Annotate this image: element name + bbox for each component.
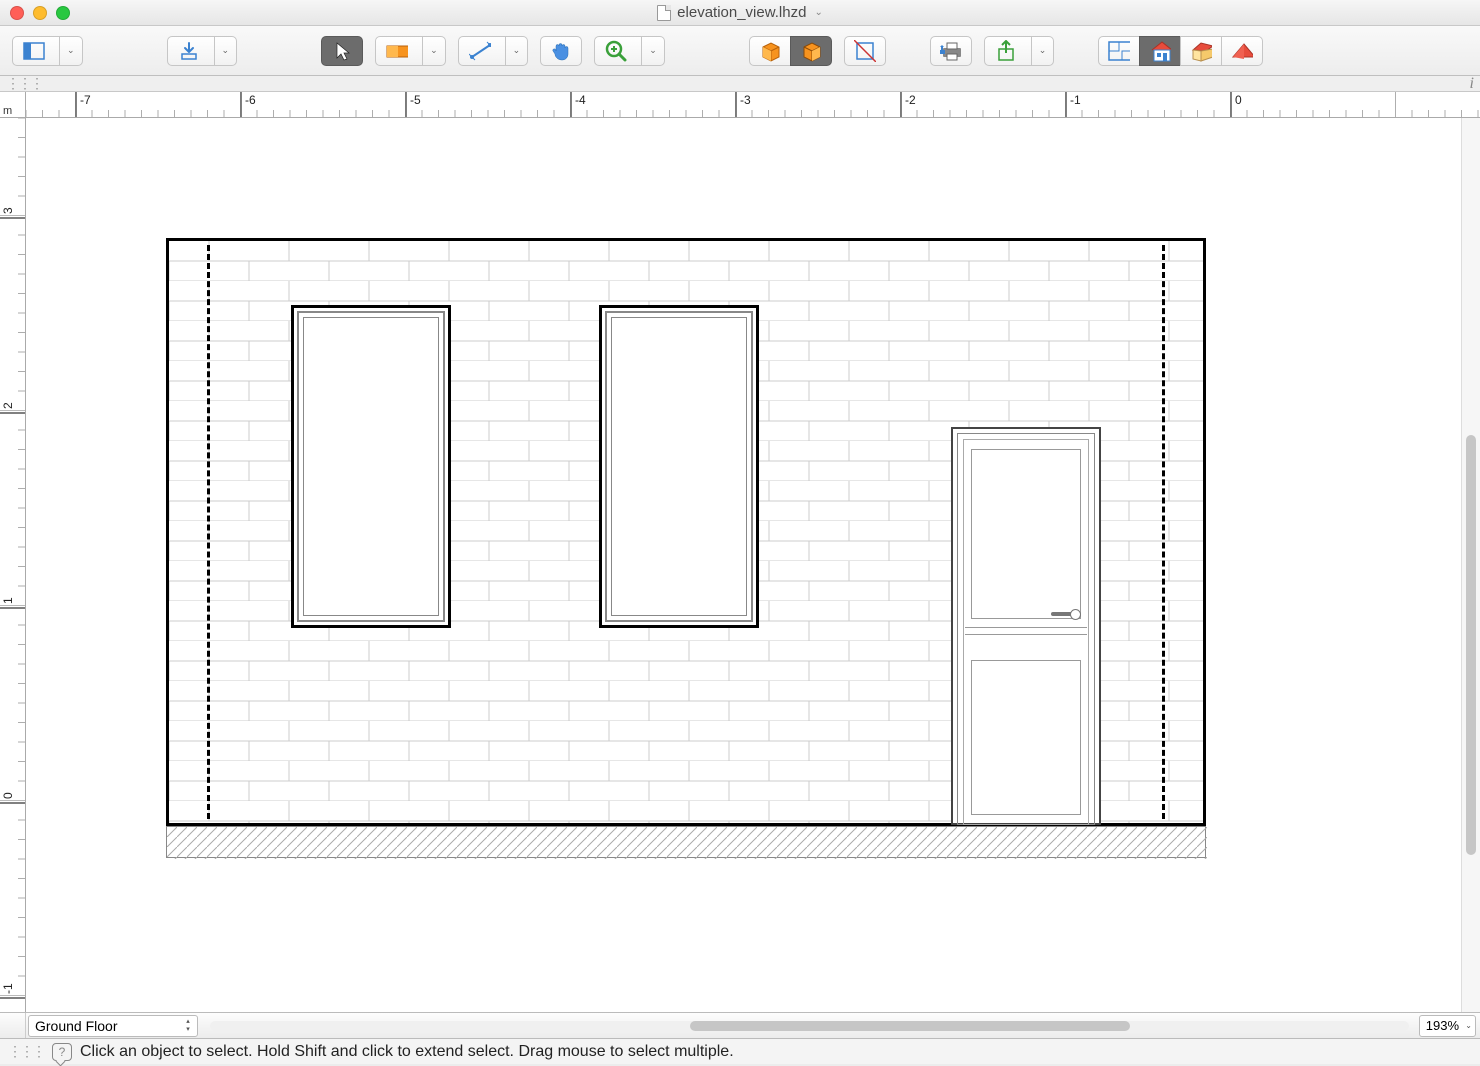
stepper-icon: ▴▾ [181,1018,195,1034]
wall-icon [386,40,408,62]
share-icon [995,40,1017,62]
window-title: elevation_view.lhzd [677,4,806,21]
wall[interactable] [166,238,1206,826]
help-bubble-icon[interactable]: ? [52,1043,72,1061]
chevron-down-icon: ⌄ [214,37,237,65]
ground-hatch [166,826,1206,858]
download-icon [178,40,200,62]
door-handle [1051,612,1079,616]
chevron-down-icon: ⌄ [505,37,528,65]
ruler-unit: m [0,92,26,118]
svg-text:-6: -6 [245,93,256,107]
elevation-view-button[interactable] [1139,36,1181,66]
plan-view-button[interactable] [1098,36,1140,66]
window-title-area[interactable]: elevation_view.lhzd ⌄ [0,4,1480,21]
floor-label: Ground Floor [35,1018,117,1034]
scrollbar-thumb[interactable] [690,1021,1130,1031]
drag-handle-icon[interactable]: ⋮⋮⋮ [8,1043,44,1060]
ruler-vertical[interactable]: 3 2 1 0 -1 [0,118,26,1012]
dimension-icon [469,40,491,62]
ruler-horizontal[interactable]: -7 -6 -5 -4 -3 -2 -1 0 [26,92,1480,117]
house-3d-icon [1190,40,1212,62]
drawing-elevation [166,238,1206,858]
view-3d-a-button[interactable] [749,36,791,66]
document-icon [657,5,671,21]
scrollbar-thumb[interactable] [1466,435,1476,855]
secondary-bar: ⋮⋮⋮ i [0,76,1480,92]
svg-text:0: 0 [1,792,15,799]
print-icon [940,40,962,62]
toolbar: ⌄ ⌄ ⌄ ⌄ ⌄ [0,26,1480,76]
svg-text:-7: -7 [80,93,91,107]
wall-tool-button[interactable]: ⌄ [375,36,446,66]
view-3d-group [749,36,832,66]
svg-text:-5: -5 [410,93,421,107]
roof-view-button[interactable] [1221,36,1263,66]
box-3d-icon [759,40,781,62]
panel-layout-button[interactable]: ⌄ [12,36,83,66]
zoom-in-icon [605,40,627,62]
window-1[interactable] [291,305,451,628]
svg-text:0: 0 [1235,93,1242,107]
bottom-bar: Ground Floor ▴▾ 193% ⌄ [0,1012,1480,1038]
svg-text:-3: -3 [740,93,751,107]
svg-text:-1: -1 [1,983,15,994]
vertical-scrollbar[interactable] [1461,118,1480,1012]
section-marker-left [207,245,210,819]
svg-text:3: 3 [1,207,15,214]
view-3d-b-button[interactable] [790,36,832,66]
svg-text:1: 1 [1,597,15,604]
crop-icon [854,40,876,62]
select-tool-button[interactable] [321,36,363,66]
canvas[interactable] [26,118,1461,1012]
section-marker-right [1162,245,1165,819]
chevron-down-icon: ⌄ [1465,1021,1472,1030]
zoom-tool-button[interactable]: ⌄ [594,36,665,66]
window-2[interactable] [599,305,759,628]
perspective-view-button[interactable] [1180,36,1222,66]
door[interactable] [951,427,1101,825]
status-hint: Click an object to select. Hold Shift an… [80,1043,734,1061]
share-button[interactable]: ⌄ [984,36,1055,66]
panel-icon [23,40,45,62]
crop-tool-button[interactable] [844,36,886,66]
svg-text:2: 2 [1,402,15,409]
ruler-top-row: m -7 -6 -5 -4 -3 -2 -1 0 [0,92,1480,118]
horizontal-scrollbar[interactable] [200,1013,1419,1038]
zoom-selector[interactable]: 193% ⌄ [1419,1015,1476,1037]
svg-text:-2: -2 [905,93,916,107]
pan-tool-button[interactable] [540,36,582,66]
dimension-tool-button[interactable]: ⌄ [458,36,529,66]
chevron-down-icon: ⌄ [422,37,445,65]
cursor-icon [331,40,353,62]
info-icon[interactable]: i [1470,75,1474,93]
chevron-down-icon: ⌄ [814,7,822,18]
box-3d-alt-icon [800,40,822,62]
svg-text:-4: -4 [575,93,586,107]
chevron-down-icon: ⌄ [59,37,82,65]
chevron-down-icon: ⌄ [641,37,664,65]
main-area: 3 2 1 0 -1 [0,118,1480,1012]
zoom-value: 193% [1426,1018,1459,1033]
hand-icon [550,40,572,62]
drag-handle-icon[interactable]: ⋮⋮⋮ [6,75,42,92]
plan-2d-icon [1108,40,1130,62]
import-button[interactable]: ⌄ [167,36,238,66]
svg-text:-1: -1 [1070,93,1081,107]
titlebar: elevation_view.lhzd ⌄ [0,0,1480,26]
print-button[interactable] [930,36,972,66]
status-bar: ⋮⋮⋮ ? Click an object to select. Hold Sh… [0,1038,1480,1064]
roof-icon [1231,40,1253,62]
house-elevation-icon [1149,40,1171,62]
view-mode-group [1098,36,1263,66]
floor-selector[interactable]: Ground Floor ▴▾ [28,1015,198,1037]
chevron-down-icon: ⌄ [1031,37,1054,65]
